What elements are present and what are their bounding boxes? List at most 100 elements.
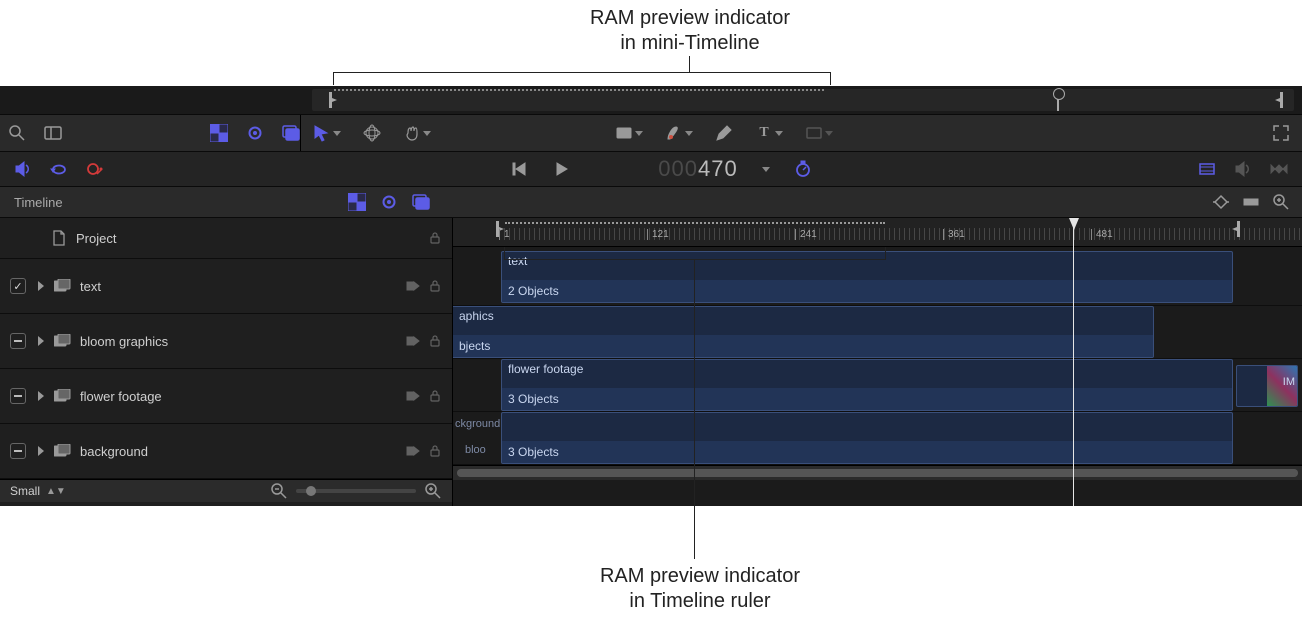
mask-tool[interactable] bbox=[805, 124, 833, 142]
isolate-icon[interactable] bbox=[406, 334, 420, 348]
lock-icon[interactable] bbox=[428, 389, 442, 403]
expand-icon[interactable] bbox=[1272, 124, 1290, 142]
layer-row-bloom[interactable]: bloom graphics bbox=[0, 314, 452, 369]
zoom-in-icon[interactable] bbox=[1272, 193, 1290, 211]
tl-checker-icon[interactable] bbox=[348, 193, 366, 211]
audio-off-icon[interactable] bbox=[1234, 160, 1252, 178]
annotation-top-bracket bbox=[333, 72, 831, 73]
frame-counter[interactable]: 000470 bbox=[658, 156, 737, 182]
arrow-tool[interactable] bbox=[313, 124, 341, 142]
filmstrip-icon[interactable] bbox=[1198, 160, 1216, 178]
ruler-out-marker[interactable] bbox=[1231, 220, 1241, 238]
snap-icon[interactable] bbox=[1242, 193, 1260, 211]
visibility-checkbox[interactable] bbox=[10, 278, 26, 294]
zoom-out-icon[interactable] bbox=[270, 482, 288, 500]
keyframe-diamond-icon[interactable] bbox=[1212, 193, 1230, 211]
windowed-icon[interactable] bbox=[282, 124, 300, 142]
zoom-in-icon[interactable] bbox=[424, 482, 442, 500]
transform-3d-tool[interactable] bbox=[363, 124, 381, 142]
clip-thumb[interactable]: IM bbox=[1236, 365, 1298, 407]
annotation-bottom: RAM preview indicator in Timeline ruler bbox=[490, 564, 910, 614]
ruler-tick: 1 bbox=[499, 229, 510, 240]
playhead[interactable] bbox=[1073, 218, 1074, 506]
timeline-ruler[interactable]: 1 121 241 361 481 bbox=[453, 218, 1302, 247]
layer-name: text bbox=[80, 279, 101, 294]
clip-flower[interactable]: flower footage 3 Objects bbox=[501, 359, 1233, 411]
lock-icon[interactable] bbox=[428, 279, 442, 293]
go-to-start-icon[interactable] bbox=[510, 160, 528, 178]
frame-counter-pad: 000 bbox=[658, 156, 698, 182]
disclosure-icon[interactable] bbox=[38, 281, 44, 291]
mini-timeline[interactable] bbox=[312, 89, 1294, 111]
visibility-checkbox[interactable] bbox=[10, 333, 26, 349]
counter-dropdown[interactable] bbox=[762, 167, 770, 172]
tl-window-icon[interactable] bbox=[412, 193, 430, 211]
mini-in-marker[interactable] bbox=[328, 91, 338, 109]
stopwatch-icon[interactable] bbox=[794, 160, 812, 178]
layer-name: bloom graphics bbox=[80, 334, 168, 349]
disclosure-icon[interactable] bbox=[38, 446, 44, 456]
disclosure-icon[interactable] bbox=[38, 391, 44, 401]
layer-row-text[interactable]: text bbox=[0, 259, 452, 314]
zoom-slider[interactable] bbox=[296, 489, 416, 493]
track-row[interactable]: ckground bloo 3 Objects bbox=[453, 412, 1302, 465]
lock-icon[interactable] bbox=[428, 334, 442, 348]
mini-playhead[interactable] bbox=[1057, 89, 1059, 111]
timeline-title: Timeline bbox=[0, 195, 63, 210]
pen-tool[interactable] bbox=[715, 124, 733, 142]
checker-icon[interactable] bbox=[210, 124, 228, 142]
clip-behind-label: ckground bbox=[455, 418, 500, 430]
visibility-checkbox[interactable] bbox=[10, 443, 26, 459]
ram-preview-indicator-ruler bbox=[505, 222, 885, 226]
tl-gear-icon[interactable] bbox=[380, 193, 398, 211]
clip-title: text bbox=[502, 252, 1232, 270]
paint-tool[interactable] bbox=[665, 124, 693, 142]
timeline-scrollbar[interactable] bbox=[453, 465, 1302, 480]
tracks-area: 1 121 241 361 481 text 2 Objects bbox=[453, 218, 1302, 506]
app-window: T 000470 Timeline bbox=[0, 86, 1302, 506]
pan-tool[interactable] bbox=[403, 124, 431, 142]
ruler-tick: 361 bbox=[943, 229, 965, 240]
annotation-top-stem bbox=[689, 56, 690, 72]
clip-title bbox=[502, 413, 1232, 417]
annotation-top: RAM preview indicator in mini-Timeline bbox=[480, 6, 900, 56]
canvas-toolbar: T bbox=[301, 115, 1302, 151]
mini-timeline-row bbox=[0, 86, 1302, 115]
disclosure-icon[interactable] bbox=[38, 336, 44, 346]
ruler-tick: 481 bbox=[1091, 229, 1113, 240]
group-icon bbox=[54, 444, 72, 458]
track-row[interactable]: text 2 Objects bbox=[453, 247, 1302, 306]
lock-icon[interactable] bbox=[428, 444, 442, 458]
track-row[interactable]: flower footage 3 Objects IM bbox=[453, 359, 1302, 412]
document-icon bbox=[50, 229, 68, 247]
lock-icon[interactable] bbox=[428, 231, 442, 245]
keyframe-nav-icon[interactable] bbox=[1270, 160, 1288, 178]
rect-shape-tool[interactable] bbox=[615, 124, 643, 142]
size-stepper-icon[interactable]: ▲▼ bbox=[46, 486, 66, 497]
text-tool[interactable]: T bbox=[755, 124, 783, 142]
record-icon[interactable] bbox=[86, 160, 104, 178]
audio-icon[interactable] bbox=[14, 160, 32, 178]
clip-background[interactable]: 3 Objects bbox=[501, 412, 1233, 464]
visibility-checkbox[interactable] bbox=[10, 388, 26, 404]
project-row[interactable]: Project bbox=[0, 218, 452, 259]
frame-counter-value: 470 bbox=[698, 156, 738, 182]
media-panel-icon[interactable] bbox=[44, 124, 62, 142]
play-icon[interactable] bbox=[552, 160, 570, 178]
clip-subtitle: bjects bbox=[453, 335, 1153, 357]
isolate-icon[interactable] bbox=[406, 279, 420, 293]
annotation-bottom-bracket bbox=[504, 259, 886, 260]
row-size-label[interactable]: Small bbox=[10, 484, 40, 498]
isolate-icon[interactable] bbox=[406, 444, 420, 458]
layer-row-flower[interactable]: flower footage bbox=[0, 369, 452, 424]
search-icon[interactable] bbox=[8, 124, 26, 142]
loop-icon[interactable] bbox=[50, 160, 68, 178]
mini-out-marker[interactable] bbox=[1274, 91, 1284, 109]
timeline-tracks[interactable]: text 2 Objects aphics bjects flower foot… bbox=[453, 247, 1302, 480]
gear-icon[interactable] bbox=[246, 124, 264, 142]
layer-row-background[interactable]: background bbox=[0, 424, 452, 479]
clip-subtitle: 2 Objects bbox=[502, 280, 1232, 302]
isolate-icon[interactable] bbox=[406, 389, 420, 403]
track-row[interactable]: aphics bjects bbox=[453, 306, 1302, 359]
clip-bloom[interactable]: aphics bjects bbox=[453, 306, 1154, 358]
